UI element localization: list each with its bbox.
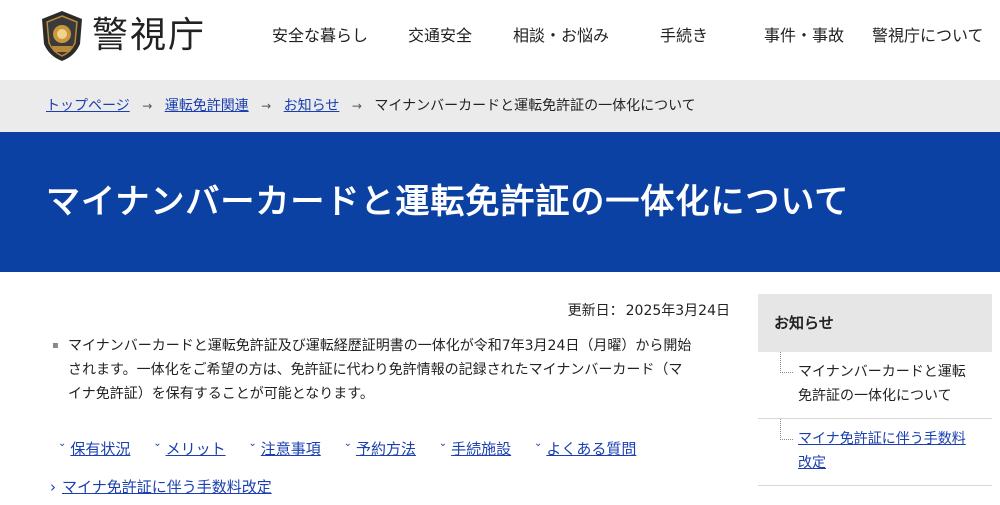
fee-revision-link[interactable]: マイナ免許証に伴う手数料改定 xyxy=(62,478,272,496)
intro-line: されます。一体化をご希望の方は、免許証に代わり免許情報の記録されたマイナンバーカ… xyxy=(68,362,683,378)
sidebar-item-label[interactable]: 改定 xyxy=(798,455,826,471)
chevron-down-icon: ⌄ xyxy=(153,438,162,449)
sidebar-item-fee-revision[interactable]: マイナ免許証に伴う手数料 改定 xyxy=(758,419,992,486)
sidebar-fee-link[interactable]: マイナ免許証に伴う手数料 改定 xyxy=(798,431,966,471)
breadcrumb-arrow-icon: → xyxy=(351,99,362,113)
tree-line-icon xyxy=(780,352,793,373)
breadcrumb-home-link[interactable]: トップページ xyxy=(46,98,130,114)
breadcrumb-news-link[interactable]: お知らせ xyxy=(284,98,340,114)
anchor-facilities[interactable]: 手続施設 xyxy=(451,440,511,458)
page-title: マイナンバーカードと運転免許証の一体化について xyxy=(46,182,850,222)
anchor-notes[interactable]: 注意事項 xyxy=(261,440,321,458)
nav-item-consultation[interactable]: 相談・お悩み xyxy=(513,22,609,46)
anchor-reservation[interactable]: 予約方法 xyxy=(356,440,416,458)
related-link-row: › マイナ免許証に伴う手数料改定 xyxy=(50,476,272,497)
breadcrumb-arrow-icon: → xyxy=(142,99,153,113)
nav-item-safe-living[interactable]: 安全な暮らし xyxy=(272,22,368,46)
sidebar-item-label[interactable]: マイナ免許証に伴う手数料 xyxy=(798,431,966,447)
updated-value: 2025年3月24日 xyxy=(625,303,730,319)
nav-item-procedures[interactable]: 手続き xyxy=(660,22,708,46)
intro-line: イナ免許証）を保有することが可能となります。 xyxy=(68,386,374,402)
site-name[interactable]: 警視庁 xyxy=(92,10,206,62)
sidebar-item-current: マイナンバーカードと運転 免許証の一体化について xyxy=(758,352,992,419)
sidebar-item-label: マイナンバーカードと運転 xyxy=(798,364,966,380)
police-emblem-icon[interactable] xyxy=(40,10,84,62)
chevron-down-icon: ⌄ xyxy=(438,438,448,449)
breadcrumb-arrow-icon: → xyxy=(261,99,272,113)
site-header: 警視庁 安全な暮らし 交通安全 相談・お悩み 手続き 事件・事故 警視庁について xyxy=(0,0,1000,80)
updated-label: 更新日： xyxy=(567,303,624,319)
chevron-down-icon: ⌄ xyxy=(58,438,67,449)
sidebar-news: お知らせ マイナンバーカードと運転 免許証の一体化について マイナ免許証に伴う手… xyxy=(758,294,992,505)
page-title-banner: マイナンバーカードと運転免許証の一体化について xyxy=(0,132,1000,272)
sidebar-item-label: 免許証の一体化について xyxy=(798,388,952,404)
breadcrumb-current: マイナンバーカードと運転免許証の一体化について xyxy=(374,98,696,114)
intro-text: ▪ マイナンバーカードと運転免許証及び運転経歴証明書の一体化が令和7年3月24日… xyxy=(52,334,732,406)
chevron-right-icon: › xyxy=(50,478,56,496)
bullet-icon: ▪ xyxy=(52,340,59,351)
page-anchor-links: ⌄ 保有状況 ⌄ メリット ⌄ 注意事項 ⌄ 予約方法 ⌄ 手続施設 ⌄ よくある質問 xyxy=(58,438,748,459)
sidebar-title: お知らせ xyxy=(758,294,992,352)
intro-line: マイナンバーカードと運転免許証及び運転経歴証明書の一体化が令和7年3月24日（月… xyxy=(68,338,692,354)
tree-line-icon xyxy=(780,419,793,440)
anchor-merits[interactable]: メリット xyxy=(166,440,226,458)
breadcrumb-license-link[interactable]: 運転免許関連 xyxy=(165,98,249,114)
chevron-down-icon: ⌄ xyxy=(533,438,543,449)
updated-date: 更新日： 2025年3月24日 xyxy=(540,300,730,320)
nav-item-about[interactable]: 警視庁について xyxy=(872,22,984,46)
nav-item-traffic-safety[interactable]: 交通安全 xyxy=(408,22,472,46)
chevron-down-icon: ⌄ xyxy=(248,438,257,449)
anchor-ownership-status[interactable]: 保有状況 xyxy=(70,440,130,458)
chevron-down-icon: ⌄ xyxy=(343,438,352,449)
breadcrumb: トップページ → 運転免許関連 → お知らせ → マイナンバーカードと運転免許証… xyxy=(0,80,1000,132)
nav-item-incidents[interactable]: 事件・事故 xyxy=(764,22,844,46)
anchor-faq[interactable]: よくある質問 xyxy=(546,440,636,458)
